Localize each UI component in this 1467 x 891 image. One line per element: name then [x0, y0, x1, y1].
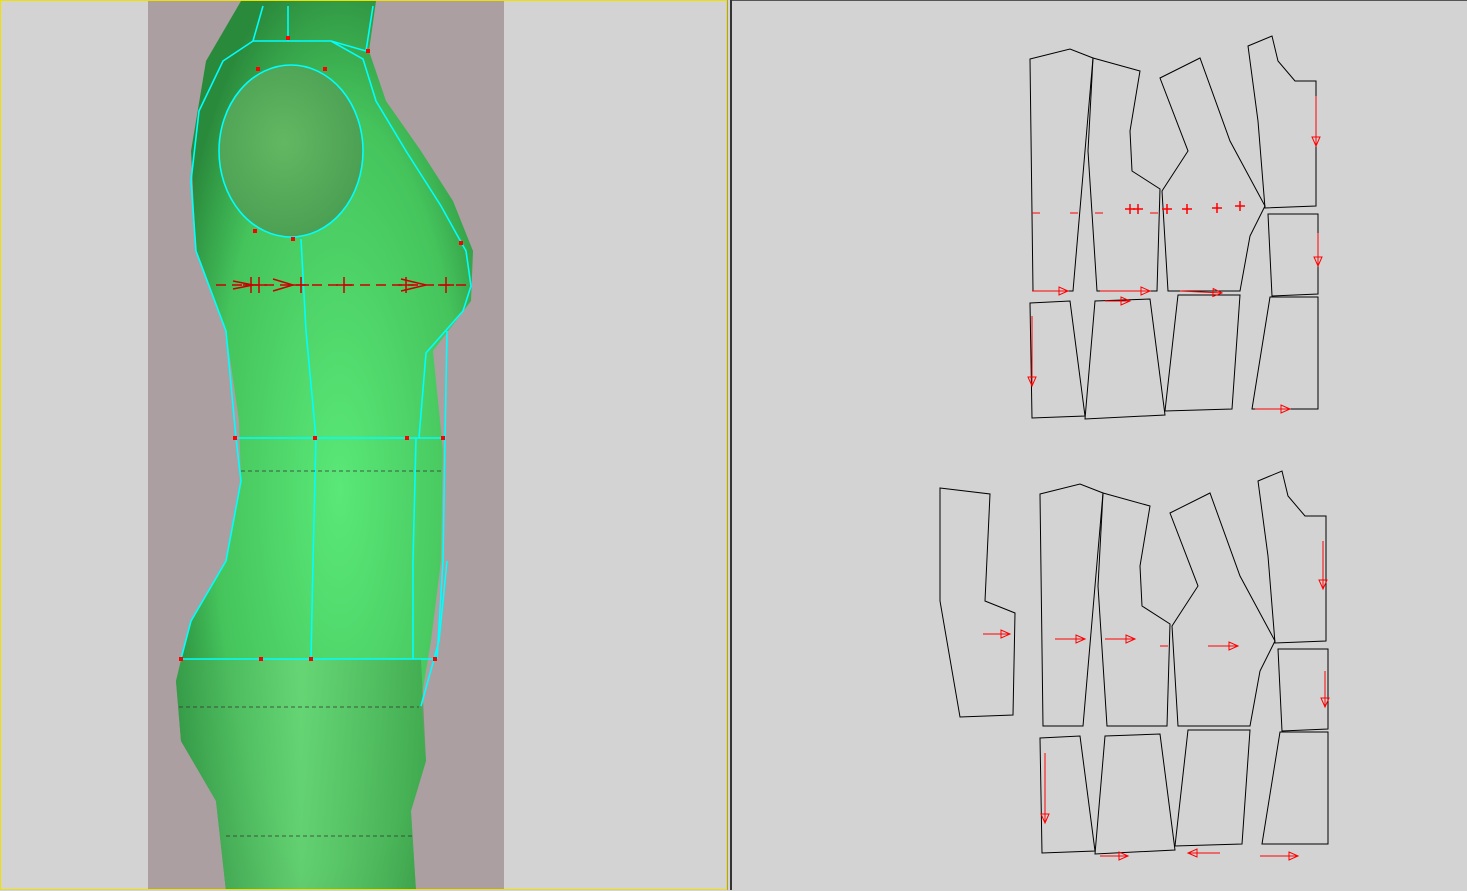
pattern-piece[interactable]	[1257, 470, 1327, 644]
bust-marker	[1235, 201, 1245, 211]
pattern-piece[interactable]	[939, 487, 1016, 718]
bust-marker	[1182, 204, 1192, 214]
pattern-piece[interactable]	[1159, 57, 1266, 292]
pattern-piece[interactable]	[1277, 648, 1329, 732]
pattern-piece[interactable]	[1251, 296, 1319, 410]
pattern-piece[interactable]	[1039, 735, 1096, 854]
grainline-arrow	[1208, 641, 1240, 651]
grainline-arrow	[1311, 96, 1321, 148]
pattern-piece[interactable]	[1029, 300, 1086, 419]
grainline-arrow	[1313, 233, 1323, 268]
bust-marker	[1212, 203, 1222, 213]
grainline-arrow	[1055, 634, 1087, 644]
pattern-piece[interactable]	[1094, 733, 1176, 855]
pattern-piece[interactable]	[1247, 35, 1317, 209]
pattern-piece[interactable]	[1087, 57, 1161, 292]
grainline-arrow	[1100, 286, 1152, 296]
pattern-piece[interactable]	[1174, 729, 1251, 847]
pattern-piece[interactable]	[1267, 213, 1319, 297]
pattern-2d-viewport[interactable]	[732, 0, 1467, 890]
grainline-arrow	[1105, 296, 1132, 306]
grainline-arrow	[1260, 851, 1300, 861]
grainline-arrow	[1027, 316, 1037, 388]
3d-viewport[interactable]	[0, 0, 727, 890]
grainline-arrow	[1186, 848, 1220, 858]
pattern-piece[interactable]	[1169, 492, 1276, 727]
bust-marker	[1133, 204, 1143, 214]
grainline-arrow	[1040, 753, 1050, 825]
pattern-piece[interactable]	[1097, 492, 1171, 727]
grainline-arrow	[1105, 634, 1137, 644]
pattern-piece[interactable]	[1261, 731, 1329, 845]
grainline-arrow	[983, 629, 1012, 639]
pattern-piece[interactable]	[1039, 483, 1104, 727]
pattern-piece[interactable]	[1164, 294, 1241, 412]
3d-scene[interactable]	[1, 1, 727, 890]
pattern-piece[interactable]	[1029, 48, 1094, 292]
pattern-piece[interactable]	[1084, 298, 1166, 420]
grainline-arrow	[1255, 404, 1292, 414]
grainline-arrow	[1032, 286, 1070, 296]
pattern-canvas[interactable]	[732, 1, 1467, 891]
